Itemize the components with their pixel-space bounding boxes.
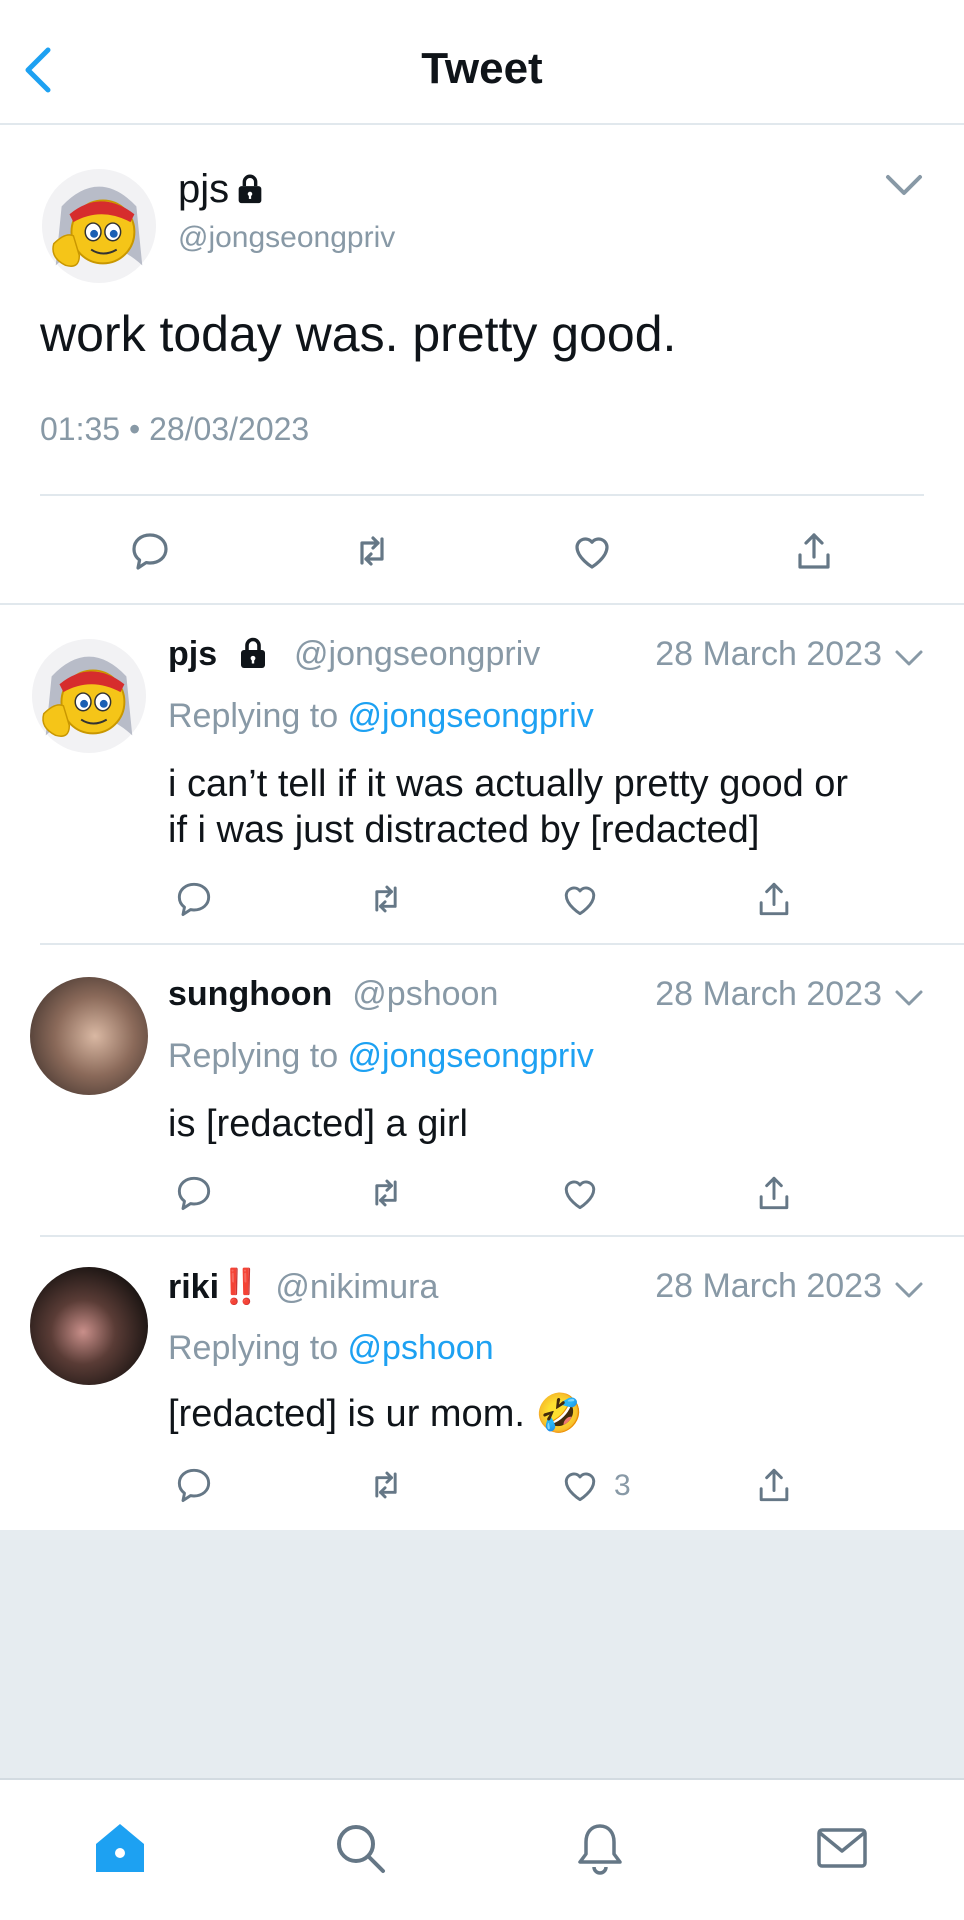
tweet-timestamp[interactable]: 01:35 • 28/03/2023 — [40, 411, 309, 448]
mention-link[interactable]: @jongseongpriv — [348, 1037, 594, 1075]
like-icon[interactable] — [558, 1463, 602, 1507]
author-handle[interactable]: @jongseongpriv — [178, 221, 395, 255]
replying-to: Replying to @pshoon — [168, 1329, 494, 1368]
share-icon[interactable] — [790, 527, 838, 575]
reply-text: i can’t tell if it was actually pretty g… — [168, 761, 928, 853]
chevron-down-icon[interactable] — [894, 1279, 924, 1301]
double-exclamation-emoji: ‼️ — [219, 1268, 262, 1306]
replying-prefix: Replying to — [168, 1329, 348, 1367]
chevron-down-icon[interactable] — [884, 171, 924, 199]
share-icon[interactable] — [752, 877, 796, 921]
replying-to: Replying to @jongseongpriv — [168, 1037, 594, 1076]
author-name: pjs — [178, 167, 230, 211]
author-name-row[interactable]: pjs — [178, 167, 267, 212]
retweet-icon[interactable] — [364, 877, 408, 921]
reply-date[interactable]: 28 March 2023 — [655, 975, 882, 1014]
author-name: sunghoon — [168, 975, 333, 1013]
like-icon[interactable] — [558, 1171, 602, 1215]
reply-icon[interactable] — [172, 1171, 216, 1215]
avatar[interactable] — [40, 167, 158, 285]
reply-text-line: i can’t tell if it was actually pretty g… — [168, 763, 849, 805]
reply-text-line: [redacted] is ur mom. — [168, 1393, 525, 1435]
like-count: 3 — [614, 1469, 631, 1502]
empty-area — [0, 1530, 964, 1778]
search-icon[interactable] — [332, 1820, 388, 1876]
reply-tweet[interactable]: riki‼️ @nikimura 28 March 2023 Replying t… — [0, 1237, 964, 1530]
main-tweet: pjs @jongseongpriv work today was. prett… — [0, 127, 964, 605]
replying-to: Replying to @jongseongpriv — [168, 697, 594, 736]
reply-text-line: is [redacted] a girl — [168, 1103, 468, 1145]
share-icon[interactable] — [752, 1463, 796, 1507]
avatar[interactable] — [30, 637, 148, 755]
like-icon[interactable] — [558, 877, 602, 921]
notifications-icon[interactable] — [572, 1820, 628, 1876]
avatar[interactable] — [30, 1267, 148, 1385]
author-handle: @nikimura — [275, 1268, 439, 1306]
header-bar: Tweet — [0, 0, 964, 125]
reply-text: is [redacted] a girl — [168, 1101, 928, 1147]
retweet-icon[interactable] — [364, 1171, 408, 1215]
reply-tweet[interactable]: sunghoon @pshoon 28 March 2023 Replying t… — [0, 945, 964, 1237]
mention-link[interactable]: @pshoon — [348, 1329, 494, 1367]
page-title: Tweet — [421, 44, 543, 93]
home-icon[interactable] — [92, 1820, 148, 1876]
replying-prefix: Replying to — [168, 1037, 348, 1075]
bottom-tab-bar — [0, 1778, 964, 1920]
divider — [40, 494, 924, 496]
mention-link[interactable]: @jongseongpriv — [348, 697, 594, 735]
reply-text-line: if i was just distracted by [redacted] — [168, 809, 760, 851]
avatar[interactable] — [30, 977, 148, 1095]
author-handle: @pshoon — [352, 975, 499, 1013]
author-row[interactable]: riki‼️ @nikimura — [168, 1267, 438, 1307]
tweet-text: work today was. pretty good. — [40, 306, 677, 362]
like-icon[interactable] — [568, 527, 616, 575]
chevron-down-icon[interactable] — [894, 647, 924, 669]
author-handle: @jongseongpriv — [294, 635, 541, 673]
author-name: riki — [168, 1268, 220, 1306]
lock-icon — [233, 172, 267, 206]
reply-icon[interactable] — [172, 1463, 216, 1507]
reply-icon[interactable] — [172, 877, 216, 921]
author-row[interactable]: pjs @jongseongpriv — [168, 635, 540, 674]
chevron-down-icon[interactable] — [894, 987, 924, 1009]
reply-date[interactable]: 28 March 2023 — [655, 635, 882, 674]
reply-date[interactable]: 28 March 2023 — [655, 1267, 882, 1306]
share-icon[interactable] — [752, 1171, 796, 1215]
author-row[interactable]: sunghoon @pshoon — [168, 975, 498, 1014]
lock-icon — [235, 635, 271, 671]
retweet-icon[interactable] — [364, 1463, 408, 1507]
reply-icon[interactable] — [126, 527, 174, 575]
retweet-icon[interactable] — [348, 527, 396, 575]
reply-text: [redacted] is ur mom. 🤣 — [168, 1391, 928, 1437]
reply-tweet[interactable]: pjs @jongseongpriv 28 March 2023 Replyin… — [0, 605, 964, 945]
messages-icon[interactable] — [814, 1820, 870, 1876]
author-name: pjs — [168, 635, 218, 673]
rofl-emoji: 🤣 — [535, 1393, 583, 1435]
replying-prefix: Replying to — [168, 697, 348, 735]
